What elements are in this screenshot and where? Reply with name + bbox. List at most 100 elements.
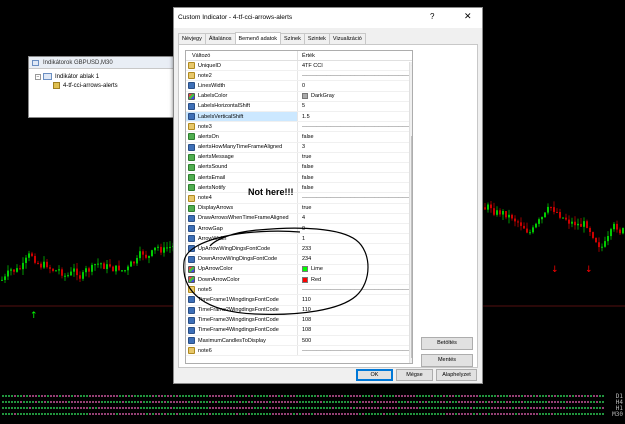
param-name-cell[interactable]: TimeFrame3WingdingsFontCode [186, 315, 298, 325]
param-value-cell[interactable]: 110 [298, 295, 412, 304]
param-name-cell[interactable]: alertsEmail [186, 173, 298, 183]
param-row[interactable]: ArrowWidth 1 [186, 234, 412, 245]
tree-indicator-row[interactable]: 4-tf-cci-arrows-alerts [35, 81, 174, 90]
param-name-cell[interactable]: UniqueID [186, 61, 298, 71]
param-value-cell[interactable]: ———————————————————————— [298, 193, 412, 202]
param-row[interactable]: note4 ———————————————————————— [186, 193, 412, 204]
param-value-cell[interactable]: 233 [298, 244, 412, 253]
param-row[interactable]: alertsOn false [186, 132, 412, 143]
param-value-cell[interactable]: 234 [298, 255, 412, 264]
close-button[interactable]: ✕ [464, 11, 472, 22]
param-name-cell[interactable]: note2 [186, 71, 298, 81]
param-value-cell[interactable]: false [298, 163, 412, 172]
param-name-cell[interactable]: note6 [186, 346, 298, 356]
param-name-cell[interactable]: ArrowWidth [186, 234, 298, 244]
param-row[interactable]: alertsEmail false [186, 173, 412, 184]
tab-colors[interactable]: Színek [280, 33, 305, 44]
param-name-cell[interactable]: UpArrowWingDingsFontCode [186, 244, 298, 254]
param-name-cell[interactable]: alertsHowManyTimeFrameAligned [186, 142, 298, 152]
scroll-down-icon[interactable]: ▼ [410, 359, 412, 363]
param-row[interactable]: TimeFrame1WingdingsFontCode 110 [186, 295, 412, 306]
param-row[interactable]: note2 ———————————————————————— [186, 71, 412, 82]
param-value-cell[interactable]: 0 [298, 81, 412, 90]
param-name-cell[interactable]: DownArrowWingDingsFontCode [186, 254, 298, 264]
scroll-up-icon[interactable]: ▲ [410, 62, 412, 68]
param-value-cell[interactable]: ———————————————————————— [298, 346, 412, 355]
param-row[interactable]: TimeFrame4WingdingsFontCode 108 [186, 325, 412, 337]
column-header-value[interactable]: Érték [298, 51, 315, 60]
param-value-cell[interactable]: true [298, 204, 412, 213]
collapse-toggle-icon[interactable]: − [35, 73, 41, 80]
param-row[interactable]: UniqueID 4TF CCI [186, 61, 412, 72]
param-value-cell[interactable]: 108 [298, 326, 412, 335]
param-value-cell[interactable]: DarkGray [298, 92, 412, 101]
param-row[interactable]: LabelsColor DarkGray [186, 91, 412, 102]
param-value-cell[interactable]: ———————————————————————— [298, 122, 412, 131]
param-name-cell[interactable]: DrawArrowsWhenTimeFrameAligned [186, 213, 298, 223]
param-name-cell[interactable]: TimeFrame4WingdingsFontCode [186, 325, 298, 336]
param-row[interactable]: UpArrowWingDingsFontCode 233 [186, 244, 412, 255]
param-row[interactable]: DownArrowColor Red [186, 274, 412, 286]
param-row[interactable]: alertsMessage true [186, 152, 412, 163]
param-row[interactable]: DownArrowWingDingsFontCode 234 [186, 254, 412, 265]
param-value-cell[interactable]: false [298, 173, 412, 182]
param-row[interactable]: DrawArrowsWhenTimeFrameAligned 4 [186, 213, 412, 224]
param-value-cell[interactable]: 1.5 [298, 112, 412, 121]
param-row[interactable]: TimeFrame2WingdingsFontCode 110 [186, 305, 412, 316]
tab-visualization[interactable]: Vizualizáció [328, 33, 366, 44]
param-value-cell[interactable]: 500 [298, 336, 412, 345]
param-value-cell[interactable]: false [298, 183, 412, 192]
help-button[interactable]: ? [430, 12, 434, 21]
grid-scrollbar[interactable]: ▲ ▼ [409, 62, 412, 363]
param-name-cell[interactable]: LabelsHorizontalShift [186, 101, 298, 111]
param-name-cell[interactable]: TimeFrame2WingdingsFontCode [186, 305, 298, 315]
param-name-cell[interactable]: LabelsVerticalShift [186, 111, 298, 122]
param-value-cell[interactable]: 3 [298, 143, 412, 152]
param-value-cell[interactable]: 4TF CCI [298, 61, 412, 70]
tree-folder-row[interactable]: − Indikátor ablak 1 [35, 72, 174, 81]
param-row[interactable]: note3 ———————————————————————— [186, 122, 412, 133]
param-name-cell[interactable]: alertsMessage [186, 152, 298, 162]
param-name-cell[interactable]: ArrowGap [186, 224, 298, 234]
scroll-thumb[interactable] [411, 136, 412, 358]
param-value-cell[interactable]: 110 [298, 306, 412, 315]
param-name-cell[interactable]: note3 [186, 122, 298, 132]
param-value-cell[interactable]: 1 [298, 234, 412, 243]
param-name-cell[interactable]: note5 [186, 285, 298, 295]
param-value-cell[interactable]: Lime [298, 265, 412, 274]
load-button[interactable]: Betöltés [421, 337, 473, 350]
param-row[interactable]: alertsNotify false [186, 183, 412, 194]
param-value-cell[interactable]: ———————————————————————— [298, 285, 412, 294]
save-button[interactable]: Mentés [421, 354, 473, 367]
param-name-cell[interactable]: UpArrowColor [186, 264, 298, 274]
param-value-cell[interactable]: true [298, 153, 412, 162]
tab-levels[interactable]: Szintek [303, 33, 330, 44]
param-value-cell[interactable]: 4 [298, 214, 412, 223]
param-row[interactable]: alertsHowManyTimeFrameAligned 3 [186, 142, 412, 153]
param-row[interactable]: DisplayArrows true [186, 203, 412, 214]
param-name-cell[interactable]: DisplayArrows [186, 203, 298, 213]
param-row[interactable]: LabelsHorizontalShift 5 [186, 101, 412, 112]
param-row[interactable]: UpArrowColor Lime [186, 264, 412, 275]
cancel-button[interactable]: Mégse [396, 369, 433, 381]
param-name-cell[interactable]: alertsOn [186, 132, 298, 142]
param-row[interactable]: LinesWidth 0 [186, 81, 412, 92]
param-name-cell[interactable]: alertsSound [186, 162, 298, 173]
param-value-cell[interactable]: 0 [298, 224, 412, 233]
tab-about[interactable]: Névjegy [178, 33, 206, 44]
param-value-cell[interactable]: 5 [298, 102, 412, 111]
ok-button[interactable]: OK [356, 369, 393, 381]
param-row[interactable]: LabelsVerticalShift 1.5 [186, 111, 412, 123]
param-name-cell[interactable]: LabelsColor [186, 91, 298, 101]
param-row[interactable]: ArrowGap 0 [186, 224, 412, 235]
reset-button[interactable]: Alaphelyzet [436, 369, 477, 381]
tab-inputs[interactable]: Bemenő adatok [234, 32, 282, 44]
param-name-cell[interactable]: LinesWidth [186, 81, 298, 91]
param-value-cell[interactable]: 108 [298, 316, 412, 325]
param-name-cell[interactable]: MaximumCandlesToDisplay [186, 336, 298, 346]
param-row[interactable]: alertsSound false [186, 162, 412, 174]
column-header-variable[interactable]: Változó [186, 51, 298, 60]
param-value-cell[interactable]: false [298, 132, 412, 141]
param-value-cell[interactable]: Red [298, 275, 412, 284]
param-value-cell[interactable]: ———————————————————————— [298, 71, 412, 80]
